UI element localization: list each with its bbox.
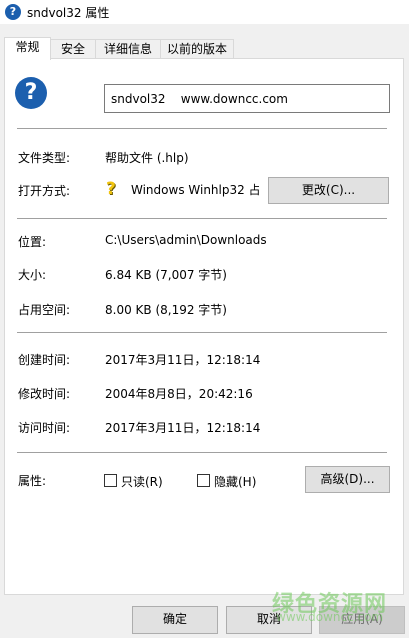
advanced-button[interactable]: 高级(D)... bbox=[305, 466, 390, 493]
divider bbox=[17, 452, 387, 453]
tab-security[interactable]: 安全 bbox=[50, 39, 96, 59]
title-bar: ? sndvol32 属性 bbox=[0, 0, 409, 24]
size-on-disk-value: 8.00 KB (8,192 字节) bbox=[105, 303, 227, 317]
created-label: 创建时间: bbox=[18, 353, 71, 367]
help-file-icon: ? bbox=[15, 77, 47, 109]
tab-general[interactable]: 常规 bbox=[4, 37, 51, 60]
divider bbox=[17, 332, 387, 333]
accessed-label: 访问时间: bbox=[18, 421, 71, 435]
tab-details[interactable]: 详细信息 bbox=[95, 39, 161, 59]
file-type-value: 帮助文件 (.hlp) bbox=[105, 151, 189, 165]
winhlp-app-icon: ? bbox=[106, 179, 116, 199]
hidden-label[interactable]: 隐藏(H) bbox=[214, 473, 256, 490]
modified-label: 修改时间: bbox=[18, 387, 71, 401]
divider bbox=[17, 128, 387, 129]
location-value: C:\Users\admin\Downloads bbox=[105, 233, 267, 247]
general-tab-panel bbox=[4, 58, 404, 595]
accessed-value: 2017年3月11日，12:18:14 bbox=[105, 421, 261, 435]
readonly-checkbox[interactable] bbox=[104, 474, 117, 487]
file-type-label: 文件类型: bbox=[18, 151, 71, 165]
help-file-icon: ? bbox=[5, 4, 21, 20]
change-button[interactable]: 更改(C)... bbox=[268, 177, 389, 204]
file-name-input[interactable] bbox=[104, 84, 390, 113]
open-with-label: 打开方式: bbox=[18, 184, 71, 198]
location-label: 位置: bbox=[18, 235, 47, 249]
created-value: 2017年3月11日，12:18:14 bbox=[105, 353, 261, 367]
apply-button[interactable]: 应用(A) bbox=[319, 606, 405, 634]
size-value: 6.84 KB (7,007 字节) bbox=[105, 268, 227, 282]
hidden-checkbox[interactable] bbox=[197, 474, 210, 487]
size-label: 大小: bbox=[18, 268, 47, 282]
ok-button[interactable]: 确定 bbox=[132, 606, 218, 634]
open-with-value: Windows Winhlp32 占位 bbox=[131, 183, 259, 197]
readonly-label[interactable]: 只读(R) bbox=[121, 473, 163, 490]
cancel-button[interactable]: 取消 bbox=[226, 606, 312, 634]
size-on-disk-label: 占用空间: bbox=[18, 303, 71, 317]
tab-previous-versions[interactable]: 以前的版本 bbox=[160, 39, 234, 59]
modified-value: 2004年8月8日，20:42:16 bbox=[105, 387, 253, 401]
divider bbox=[17, 218, 387, 219]
window-title: sndvol32 属性 bbox=[27, 6, 110, 20]
attributes-label: 属性: bbox=[18, 474, 47, 488]
